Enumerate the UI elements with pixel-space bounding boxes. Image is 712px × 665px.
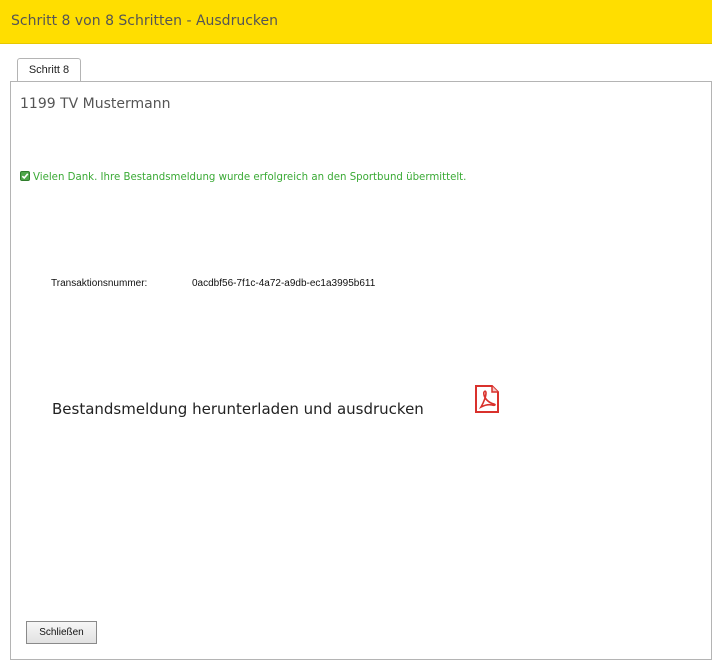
checkmark-icon — [20, 171, 30, 181]
window-title: Schritt 8 von 8 Schritten - Ausdrucken — [11, 13, 278, 29]
download-label: Bestandsmeldung herunterladen und ausdru… — [52, 400, 424, 418]
success-message-text: Vielen Dank. Ihre Bestandsmeldung wurde … — [33, 172, 467, 183]
transaction-label: Transaktionsnummer: — [51, 278, 148, 289]
transaction-number: 0acdbf56-7f1c-4a72-a9db-ec1a3995b611 — [192, 278, 376, 289]
close-button[interactable]: Schließen — [26, 621, 97, 644]
tab-strip: Schritt 8 — [0, 44, 712, 81]
title-bar: Schritt 8 von 8 Schritten - Ausdrucken — [0, 0, 712, 44]
pdf-icon[interactable] — [474, 385, 500, 413]
content-panel: 1199 TV Mustermann Vielen Dank. Ihre Bes… — [10, 81, 712, 660]
tab-schritt-8[interactable]: Schritt 8 — [17, 58, 81, 81]
success-message: Vielen Dank. Ihre Bestandsmeldung wurde … — [20, 171, 466, 183]
bottom-margin — [0, 660, 712, 665]
organization-name: 1199 TV Mustermann — [20, 96, 171, 112]
